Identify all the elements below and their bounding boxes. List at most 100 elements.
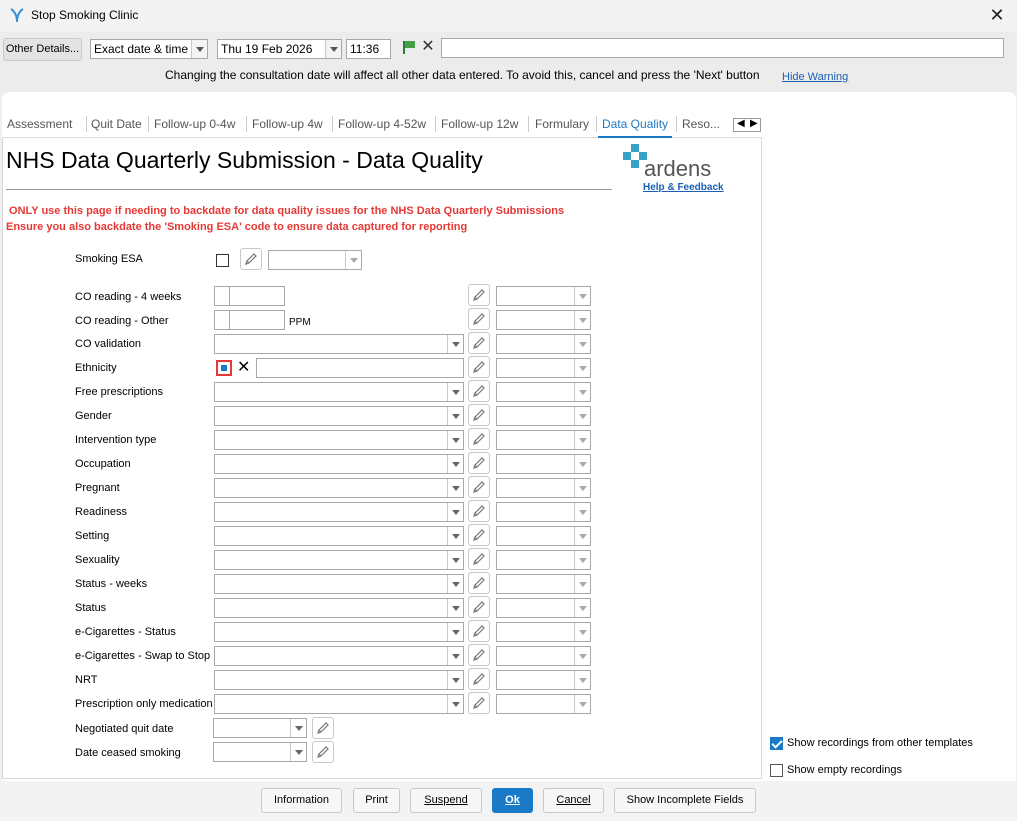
ethnicity-checkbox[interactable] [216,360,232,376]
other-details-button[interactable]: Other Details... [3,38,82,61]
show-other-templates-checkbox[interactable] [770,737,783,750]
ok-button[interactable]: Ok [492,788,533,813]
show-incomplete-fields-button[interactable]: Show Incomplete Fields [614,788,756,813]
tab-formulary[interactable]: Formulary [535,110,589,138]
e-cigarettes-status-edit-button[interactable] [468,620,490,642]
information-button[interactable]: Information [261,788,342,813]
free-prescriptions-select[interactable] [214,382,464,402]
chevron-down-icon[interactable] [574,551,590,569]
e-cigarettes-swap-to-stop-edit-button[interactable] [468,644,490,666]
ethnicity-input[interactable] [256,358,464,378]
chevron-down-icon[interactable] [574,527,590,545]
occupation-edit-button[interactable] [468,452,490,474]
free-prescriptions-date-select[interactable] [496,382,591,402]
e-cigarettes-swap-to-stop-date-select[interactable] [496,646,591,666]
chevron-down-icon[interactable] [574,431,590,449]
occupation-select[interactable] [214,454,464,474]
chevron-down-icon[interactable] [447,551,463,569]
pregnant-select[interactable] [214,478,464,498]
co-reading-4w-date-select[interactable] [496,286,591,306]
nrt-date-select[interactable] [496,670,591,690]
chevron-down-icon[interactable] [447,623,463,641]
prescription-only-medication-date-select[interactable] [496,694,591,714]
help-feedback-link[interactable]: Help & Feedback [643,182,724,193]
tab-data-quality[interactable]: Data Quality [598,110,673,138]
e-cigarettes-status-select[interactable] [214,622,464,642]
chevron-down-icon[interactable] [191,40,207,58]
ethnicity-edit-button[interactable] [468,356,490,378]
co-reading-4w-edit-button[interactable] [468,284,490,306]
chevron-down-icon[interactable] [290,743,306,761]
chevron-down-icon[interactable] [447,671,463,689]
co-validation-edit-button[interactable] [468,332,490,354]
show-empty-recordings-checkbox[interactable] [770,764,783,777]
chevron-down-icon[interactable] [574,383,590,401]
date-ceased-smoking-edit-button[interactable] [312,741,334,763]
tab-follow-up-4-52w[interactable]: Follow-up 4-52w [338,110,426,138]
gender-date-select[interactable] [496,406,591,426]
status-weeks-select[interactable] [214,574,464,594]
chevron-down-icon[interactable] [574,599,590,617]
time-field[interactable]: 11:36 [346,39,391,59]
co-reading-other-edit-button[interactable] [468,308,490,330]
chevron-down-icon[interactable] [447,527,463,545]
free-prescriptions-edit-button[interactable] [468,380,490,402]
tab-resources[interactable]: Reso... [682,110,720,138]
setting-date-select[interactable] [496,526,591,546]
co-validation-select[interactable] [214,334,464,354]
chevron-down-icon[interactable] [447,479,463,497]
tab-follow-up-4w[interactable]: Follow-up 4w [252,110,323,138]
chevron-down-icon[interactable] [574,623,590,641]
tab-assessment[interactable]: Assessment [7,110,72,138]
chevron-down-icon[interactable] [447,647,463,665]
tab-scroll-buttons[interactable]: ◀ ▶ [733,118,761,132]
chevron-down-icon[interactable] [574,575,590,593]
pregnant-edit-button[interactable] [468,476,490,498]
chevron-down-icon[interactable] [574,455,590,473]
sexuality-select[interactable] [214,550,464,570]
e-cigarettes-status-date-select[interactable] [496,622,591,642]
sexuality-date-select[interactable] [496,550,591,570]
chevron-down-icon[interactable] [574,479,590,497]
chevron-down-icon[interactable] [574,407,590,425]
print-button[interactable]: Print [353,788,400,813]
intervention-type-edit-button[interactable] [468,428,490,450]
chevron-down-icon[interactable] [447,503,463,521]
chevron-down-icon[interactable] [447,335,463,353]
chevron-down-icon[interactable] [574,647,590,665]
status-edit-button[interactable] [468,596,490,618]
co-reading-other-input[interactable] [229,310,285,330]
co-reading-4w-input[interactable] [229,286,285,306]
date-ceased-smoking-picker[interactable] [213,742,307,762]
prescription-only-medication-select[interactable] [214,694,464,714]
chevron-down-icon[interactable] [574,503,590,521]
flag-icon[interactable] [402,40,416,54]
ethnicity-clear-icon[interactable]: ✕ [237,360,250,376]
chevron-down-icon[interactable] [345,251,361,269]
co-reading-other-date-select[interactable] [496,310,591,330]
status-select[interactable] [214,598,464,618]
chevron-down-icon[interactable] [447,455,463,473]
chevron-down-icon[interactable] [574,287,590,305]
close-icon[interactable]: ✕ [985,4,1009,26]
intervention-type-select[interactable] [214,430,464,450]
co-reading-4w-qualifier[interactable] [214,286,230,306]
chevron-down-icon[interactable] [290,719,306,737]
nrt-edit-button[interactable] [468,668,490,690]
suspend-button[interactable]: Suspend [410,788,482,813]
chevron-down-icon[interactable] [447,431,463,449]
chevron-down-icon[interactable] [574,311,590,329]
chevron-right-icon[interactable]: ▶ [750,118,758,129]
ethnicity-date-select[interactable] [496,358,591,378]
sexuality-edit-button[interactable] [468,548,490,570]
co-reading-other-qualifier[interactable] [214,310,230,330]
date-mode-select[interactable]: Exact date & time [90,39,208,59]
smoking-esa-checkbox[interactable] [216,254,229,267]
chevron-down-icon[interactable] [447,695,463,713]
chevron-down-icon[interactable] [447,599,463,617]
readiness-select[interactable] [214,502,464,522]
readiness-edit-button[interactable] [468,500,490,522]
tab-quit-date[interactable]: Quit Date [91,110,142,138]
readiness-date-select[interactable] [496,502,591,522]
cancel-button[interactable]: Cancel [543,788,604,813]
